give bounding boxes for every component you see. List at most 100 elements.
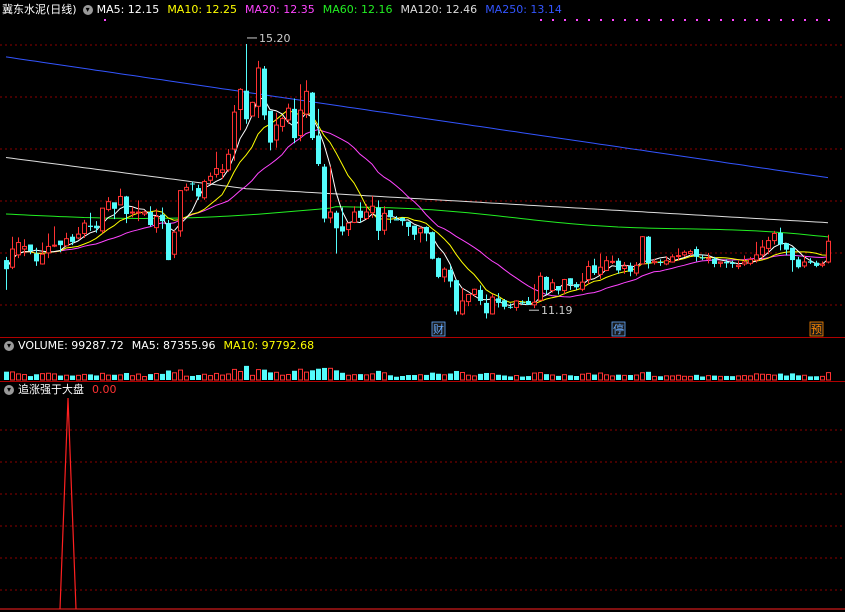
volume-bar — [16, 373, 21, 381]
volume-bar — [340, 372, 345, 380]
candle-body — [412, 225, 417, 235]
candle-body — [244, 90, 249, 120]
candle-body — [538, 275, 543, 301]
candle-body — [352, 211, 357, 223]
volume-bar — [160, 373, 165, 380]
volume-bar — [304, 371, 309, 381]
candle-body — [562, 279, 567, 292]
candle-body — [718, 261, 723, 264]
candle-body — [736, 264, 741, 268]
candle-body — [316, 135, 321, 165]
volume-bar — [238, 370, 243, 381]
price-annotations: 15.20 11.19 — [247, 32, 573, 317]
candle-body — [730, 262, 735, 264]
volume-bar — [628, 375, 633, 380]
volume-bar — [688, 375, 693, 381]
signal-dot — [624, 19, 626, 21]
candle-body — [760, 246, 765, 256]
volume-bar — [274, 371, 279, 381]
volume-bar — [778, 373, 783, 380]
collapse-icon[interactable]: ▾ — [4, 341, 14, 351]
indicator-name: 追涨强于大盘 — [18, 383, 84, 396]
ma10-label: MA10: 12.25 — [167, 3, 238, 16]
candle-body — [358, 210, 363, 218]
ma120-label: MA120: 12.46 — [400, 3, 478, 16]
volume-bar — [406, 375, 411, 380]
volume-bar — [580, 373, 585, 381]
signal-dot — [816, 19, 818, 21]
volume-bar — [436, 373, 441, 380]
volume-bar — [622, 374, 627, 381]
volume-bar — [256, 369, 261, 381]
volume-bar — [550, 374, 555, 381]
signal-dot — [672, 19, 674, 21]
candle-body — [604, 260, 609, 271]
signal-dot — [744, 19, 746, 21]
grid-lines — [0, 19, 845, 591]
candle-body — [712, 258, 717, 264]
volume-bar — [724, 375, 729, 380]
volume-bar — [364, 374, 369, 381]
volume-bar — [748, 375, 753, 381]
volume-bar — [682, 375, 687, 381]
collapse-icon[interactable]: ▾ — [4, 385, 14, 395]
volume-bar — [574, 375, 579, 380]
volume-bar — [22, 374, 27, 381]
candle-body — [790, 247, 795, 261]
ma5-label: MA5: 12.15 — [96, 3, 160, 16]
volume-bar — [316, 368, 321, 380]
signal-dot — [768, 19, 770, 21]
candle-body — [592, 265, 597, 274]
signal-dot — [756, 19, 758, 21]
candle-body — [430, 232, 435, 259]
candle-body — [706, 257, 711, 260]
candle-body — [466, 293, 471, 303]
signal-dot — [600, 19, 602, 21]
ma-lines — [5, 56, 829, 307]
price-header: 冀东水泥(日线) ▾ MA5: 12.15 MA10: 12.25 MA20: … — [0, 2, 570, 18]
volume-bar — [784, 375, 789, 380]
volume-bar — [220, 374, 225, 381]
candle-body — [814, 262, 819, 266]
volume-bar — [664, 375, 669, 381]
volume-bar — [424, 374, 429, 380]
signal-dot — [564, 19, 566, 21]
volume-bar — [676, 374, 681, 381]
volume-bar — [772, 374, 777, 381]
volume-bar — [670, 375, 675, 381]
volume-bar — [454, 370, 459, 380]
volume-bar — [400, 376, 405, 380]
volume-bar — [184, 375, 189, 381]
candle-body — [526, 300, 531, 305]
candle-body — [160, 214, 165, 222]
candle-body — [682, 251, 687, 256]
volume-bar — [592, 374, 597, 380]
volume-bar — [130, 375, 135, 381]
volume-bar — [88, 374, 93, 380]
signal-dot — [588, 19, 590, 21]
candle-body — [34, 253, 39, 262]
collapse-icon[interactable]: ▾ — [82, 5, 93, 15]
volume-bar — [124, 372, 129, 380]
volume-bar — [268, 372, 273, 380]
candle-body — [544, 276, 549, 290]
volume-bar — [10, 371, 15, 381]
volume-bar — [166, 370, 171, 380]
candle-body — [520, 302, 525, 304]
volume-bar — [334, 370, 339, 380]
candle-body — [388, 210, 393, 218]
event-marker-label: 预 — [811, 323, 822, 336]
volume-bars — [4, 365, 831, 381]
candle-body — [688, 251, 693, 255]
volume-bar — [394, 376, 399, 380]
ma10-line — [5, 109, 829, 305]
volume-bar — [232, 368, 237, 381]
candle-body — [88, 225, 93, 227]
volume-bar — [520, 376, 525, 380]
candle-body — [226, 153, 231, 171]
volume-bar — [658, 376, 663, 380]
volume-bar — [814, 376, 819, 380]
volume-bar — [640, 372, 645, 381]
annotation-label: 11.19 — [541, 304, 573, 317]
candle-body — [400, 217, 405, 222]
